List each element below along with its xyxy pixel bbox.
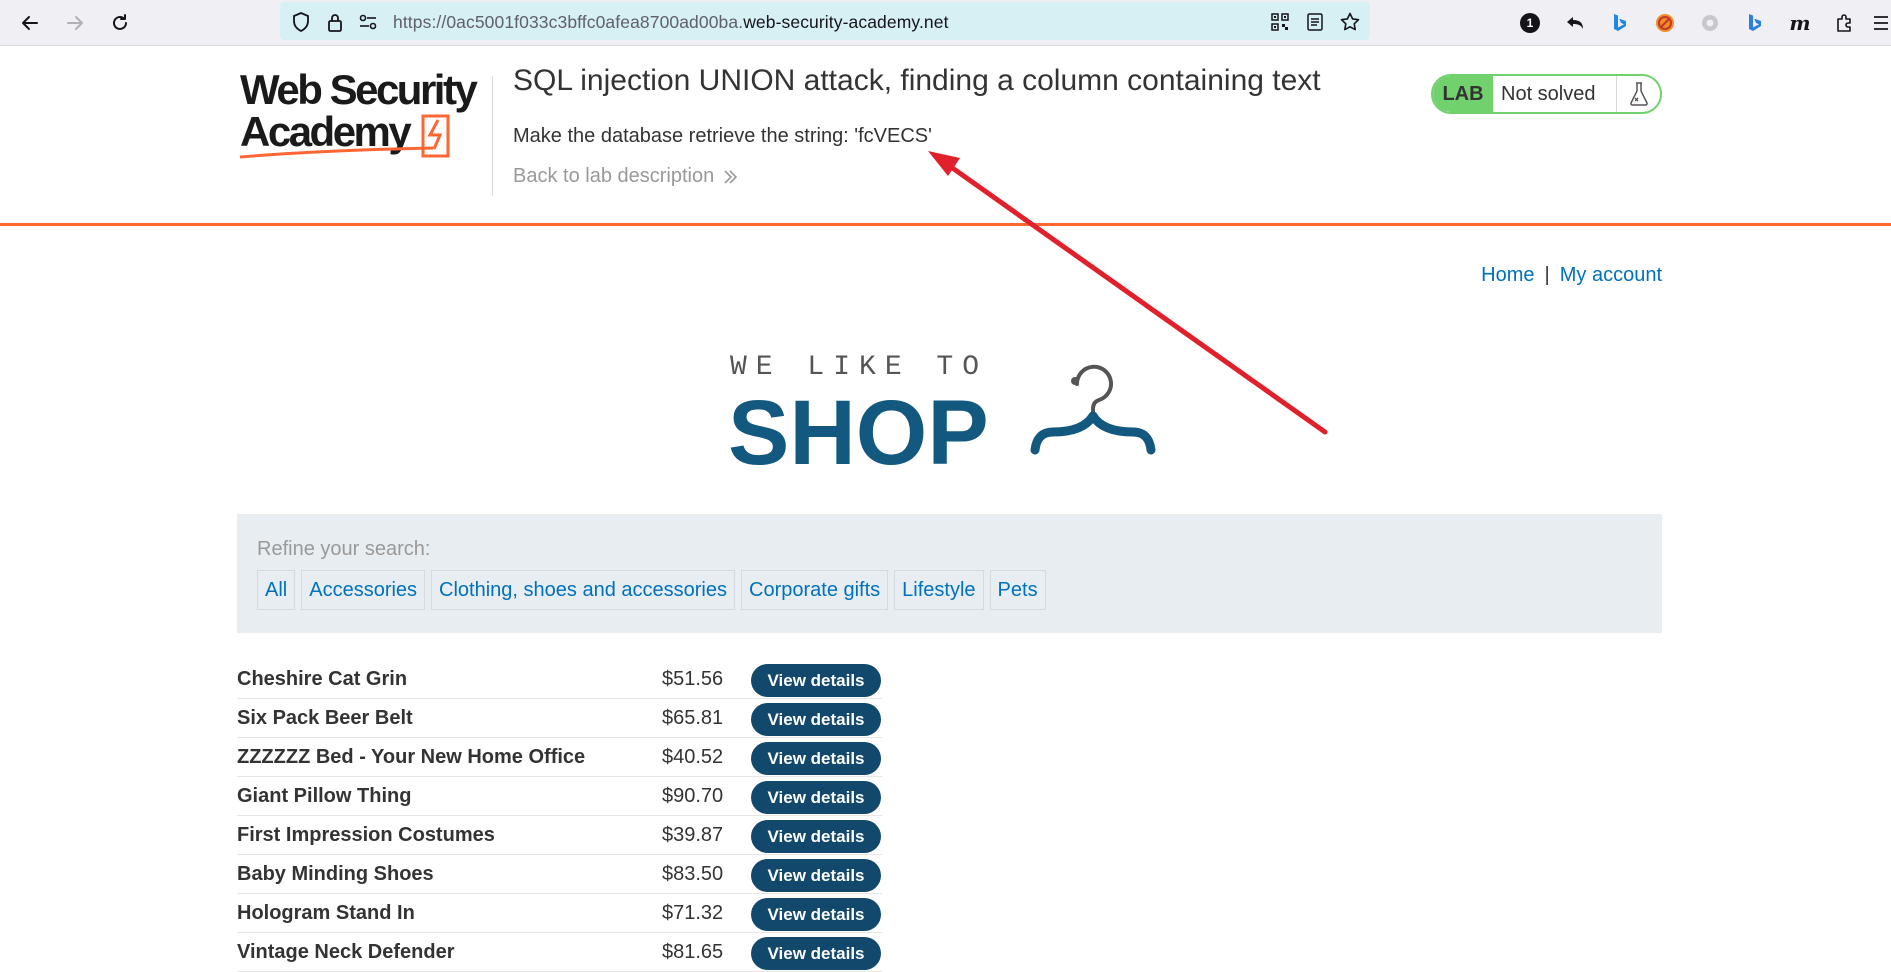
table-row: Hologram Stand In $71.32 View details [237,894,882,933]
product-name: Giant Pillow Thing [237,785,412,807]
lab-status-widget: LAB Not solved [1431,74,1662,114]
forward-button[interactable] [60,8,90,38]
account-nav: Home | My account [1481,264,1662,287]
lab-title: SQL injection UNION attack, finding a co… [513,64,1321,97]
web-security-academy-logo[interactable]: Web Security Academy [238,66,490,175]
product-price: $65.81 [662,707,724,729]
menu-icon[interactable] [1866,8,1891,38]
qr-code-icon[interactable] [1269,11,1291,33]
category-corporate-gifts[interactable]: Corporate gifts [741,570,889,610]
product-table: Cheshire Cat Grin $51.56 View details Si… [237,660,882,972]
reload-button[interactable] [105,8,135,38]
svg-text:Web Security: Web Security [240,70,478,113]
blocker-extension-icon[interactable] [1650,8,1680,38]
settings-extension-icon[interactable] [1695,8,1725,38]
view-details-button[interactable]: View details [751,898,881,931]
reload-icon [113,14,127,30]
double-chevron-right-icon [724,169,738,184]
category-pets[interactable]: Pets [989,570,1046,610]
shop-banner: WE LIKE TO SHOP [728,350,1178,484]
banner-tagline: WE LIKE TO [730,352,988,383]
m-extension-icon[interactable]: m [1785,8,1815,38]
extensions-puzzle-icon[interactable] [1830,8,1860,38]
my-account-link[interactable]: My account [1560,264,1662,286]
address-bar[interactable]: https://0ac5001f033c3bffc0afea8700ad00ba… [280,2,1370,40]
view-details-button[interactable]: View details [751,664,881,697]
product-price: $81.65 [662,941,724,963]
product-price: $83.50 [662,863,724,885]
view-details-button[interactable]: View details [751,820,881,853]
category-lifestyle[interactable]: Lifestyle [894,570,984,610]
back-to-lab-description-link[interactable]: Back to lab description [513,165,738,188]
coat-hanger-icon [1030,364,1156,455]
browser-toolbar: https://0ac5001f033c3bffc0afea8700ad00ba… [0,0,1891,46]
bookmark-star-icon[interactable] [1339,11,1361,33]
table-row: Cheshire Cat Grin $51.56 View details [237,660,882,699]
lab-header: Web Security Academy SQL injection UNION… [0,46,1891,226]
home-link[interactable]: Home [1481,264,1534,286]
product-name: Baby Minding Shoes [237,863,434,885]
view-details-button[interactable]: View details [751,781,881,814]
view-details-button[interactable]: View details [751,859,881,892]
lab-goal-text: Make the database retrieve the string: '… [513,125,932,147]
product-name: Hologram Stand In [237,902,415,924]
nav-separator: | [1544,264,1550,286]
bing-chat-icon[interactable] [1740,8,1770,38]
extension-badge-count: 1 [1520,13,1540,33]
product-name: Cheshire Cat Grin [237,668,408,690]
arrow-left-icon [22,16,38,30]
category-all[interactable]: All [257,570,296,610]
reader-view-icon[interactable] [1304,11,1326,33]
category-clothing-shoes-accessories[interactable]: Clothing, shoes and accessories [431,570,735,610]
table-row: Baby Minding Shoes $83.50 View details [237,855,882,894]
reply-arrow-icon[interactable] [1560,8,1590,38]
product-price: $51.56 [662,668,724,690]
url-host: web-security-academy.net [743,12,949,32]
product-name: Vintage Neck Defender [237,941,455,963]
lab-status-label: LAB [1433,76,1493,112]
shield-icon[interactable] [290,11,312,33]
category-filter: Refine your search: All Accessories Clot… [237,514,1662,633]
product-name: First Impression Costumes [237,824,495,846]
product-price: $90.70 [662,785,724,807]
view-details-button[interactable]: View details [751,937,881,970]
permissions-icon[interactable] [357,11,379,33]
back-button[interactable] [15,8,45,38]
view-details-button[interactable]: View details [751,742,881,775]
category-links: All Accessories Clothing, shoes and acce… [257,570,1046,610]
bing-icon[interactable] [1605,8,1635,38]
product-price: $71.32 [662,902,724,924]
lock-icon[interactable] [324,11,346,33]
product-name: ZZZZZZ Bed - Your New Home Office [237,746,586,768]
arrow-right-icon [67,16,83,30]
filter-label: Refine your search: [257,538,431,560]
table-row: Giant Pillow Thing $90.70 View details [237,777,882,816]
view-details-button[interactable]: View details [751,703,881,736]
header-divider [492,76,493,196]
product-name: Six Pack Beer Belt [237,707,413,729]
back-link-label: Back to lab description [513,165,715,187]
table-row: First Impression Costumes $39.87 View de… [237,816,882,855]
table-row: Vintage Neck Defender $81.65 View detail… [237,933,882,972]
flask-icon [1617,76,1660,112]
product-price: $39.87 [662,824,724,846]
url-text[interactable]: https://0ac5001f033c3bffc0afea8700ad00ba… [393,12,949,33]
product-price: $40.52 [662,746,724,768]
table-row: ZZZZZZ Bed - Your New Home Office $40.52… [237,738,882,777]
url-prefix: https://0ac5001f033c3bffc0afea8700ad00ba… [393,12,744,32]
lab-status-text: Not solved [1493,76,1617,112]
table-row: Six Pack Beer Belt $65.81 View details [237,699,882,738]
banner-word: SHOP [728,382,989,470]
category-accessories[interactable]: Accessories [301,570,426,610]
extension-badge-icon[interactable]: 1 [1515,8,1545,38]
